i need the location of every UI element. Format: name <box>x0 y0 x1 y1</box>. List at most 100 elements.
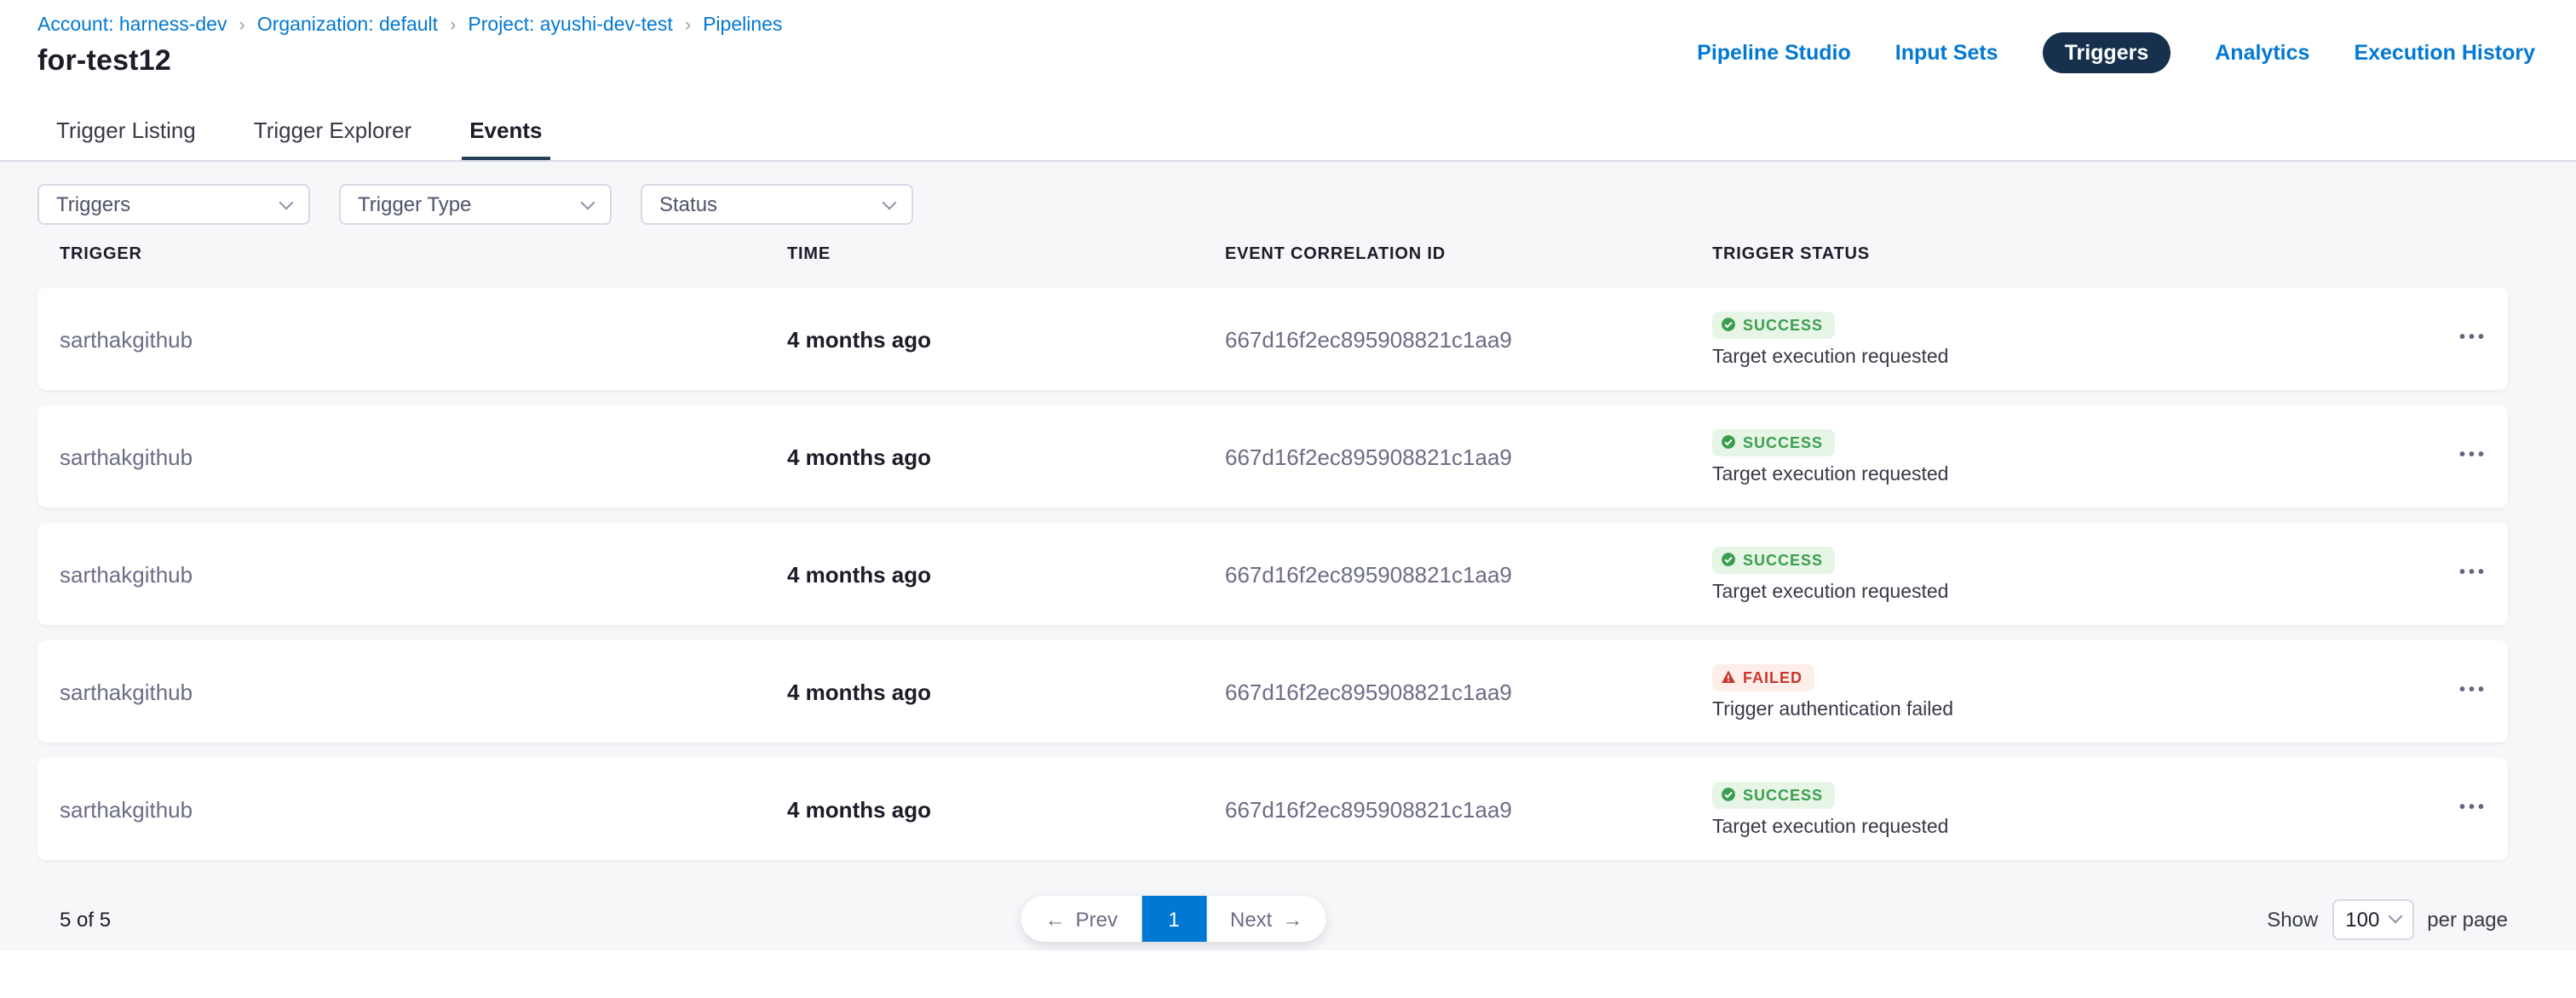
event-time: 4 months ago <box>787 679 1225 704</box>
pagination: ← Prev 1 Next → <box>1021 896 1327 942</box>
status-filter-label: Status <box>659 192 717 216</box>
row-menu-button[interactable]: ••• <box>2456 438 2491 475</box>
pagination-summary: 5 of 5 <box>37 907 111 931</box>
trigger-status-cell: SUCCESS Target execution requested <box>1712 781 2412 837</box>
chevron-down-icon <box>581 195 595 209</box>
show-label: Show <box>2267 907 2318 931</box>
trigger-name: sarthakgithub <box>60 561 787 587</box>
row-menu-button[interactable]: ••• <box>2456 790 2491 828</box>
arrow-left-icon: ← <box>1045 907 1066 931</box>
trigger-type-filter-dropdown[interactable]: Trigger Type <box>339 184 612 225</box>
check-circle-icon <box>1721 434 1736 450</box>
row-menu-button[interactable]: ••• <box>2456 555 2491 593</box>
page-1-button[interactable]: 1 <box>1141 896 1206 942</box>
breadcrumb-account-link[interactable]: Account: harness-dev <box>37 15 227 36</box>
column-header-time: TIME <box>787 245 1225 264</box>
status-label: SUCCESS <box>1743 551 1823 568</box>
header-left: Account: harness-dev › Organization: def… <box>37 15 782 78</box>
nav-triggers[interactable]: Triggers <box>2043 32 2171 73</box>
table-row: sarthakgithub 4 months ago 667d16f2ec895… <box>37 523 2508 625</box>
page-size-value: 100 <box>2345 907 2379 931</box>
chevron-down-icon <box>279 195 294 209</box>
column-header-trigger-status: TRIGGER STATUS <box>1712 245 2412 264</box>
page-header: Account: harness-dev › Organization: def… <box>0 0 2576 99</box>
next-page-button[interactable]: Next → <box>1206 896 1326 942</box>
status-detail: Target execution requested <box>1712 347 2412 367</box>
check-circle-icon <box>1721 787 1736 802</box>
tab-trigger-explorer[interactable]: Trigger Explorer <box>245 99 420 160</box>
table-row: sarthakgithub 4 months ago 667d16f2ec895… <box>37 405 2508 508</box>
triggers-filter-dropdown[interactable]: Triggers <box>37 184 310 225</box>
event-time: 4 months ago <box>787 444 1225 469</box>
breadcrumb-project-link[interactable]: Project: ayushi-dev-test <box>468 15 672 36</box>
event-correlation-id: 667d16f2ec895908821c1aa9 <box>1225 561 1712 587</box>
breadcrumb-organization-link[interactable]: Organization: default <box>257 15 438 36</box>
event-correlation-id: 667d16f2ec895908821c1aa9 <box>1225 796 1712 822</box>
status-label: SUCCESS <box>1743 786 1823 803</box>
breadcrumb: Account: harness-dev › Organization: def… <box>37 15 782 36</box>
breadcrumb-pipelines-link[interactable]: Pipelines <box>703 15 782 36</box>
column-header-event-correlation-id: EVENT CORRELATION ID <box>1225 245 1712 264</box>
status-badge: SUCCESS <box>1712 428 1835 456</box>
status-badge: FAILED <box>1712 663 1814 691</box>
table-row: sarthakgithub 4 months ago 667d16f2ec895… <box>37 288 2508 390</box>
status-label: SUCCESS <box>1743 433 1823 450</box>
status-detail: Target execution requested <box>1712 582 2412 602</box>
per-page-label: per page <box>2427 907 2508 931</box>
table-row: sarthakgithub 4 months ago 667d16f2ec895… <box>37 758 2508 860</box>
row-menu-button[interactable]: ••• <box>2456 320 2491 358</box>
status-filter-dropdown[interactable]: Status <box>641 184 913 225</box>
page-size-control: Show 100 per page <box>2267 898 2508 939</box>
tab-trigger-listing[interactable]: Trigger Listing <box>48 99 204 160</box>
top-nav: Pipeline Studio Input Sets Triggers Anal… <box>1697 32 2535 73</box>
events-content: Triggers Trigger Type Status TRIGGER TIM… <box>0 162 2576 950</box>
row-menu-button[interactable]: ••• <box>2456 673 2491 710</box>
arrow-right-icon: → <box>1282 907 1302 931</box>
trigger-name: sarthakgithub <box>60 796 787 822</box>
event-correlation-id: 667d16f2ec895908821c1aa9 <box>1225 326 1712 352</box>
prev-page-button[interactable]: ← Prev <box>1021 896 1141 942</box>
triggers-filter-label: Triggers <box>56 192 130 216</box>
status-detail: Target execution requested <box>1712 817 2412 837</box>
table-row: sarthakgithub 4 months ago 667d16f2ec895… <box>37 640 2508 743</box>
next-label: Next <box>1230 907 1272 931</box>
pagination-bar: 5 of 5 ← Prev 1 Next → Show 100 per page <box>37 896 2508 942</box>
nav-input-sets[interactable]: Input Sets <box>1895 41 1998 65</box>
nav-pipeline-studio[interactable]: Pipeline Studio <box>1697 41 1851 65</box>
chevron-down-icon <box>2388 909 2402 924</box>
warning-icon <box>1721 669 1736 685</box>
event-correlation-id: 667d16f2ec895908821c1aa9 <box>1225 444 1712 469</box>
check-circle-icon <box>1721 552 1736 567</box>
trigger-status-cell: SUCCESS Target execution requested <box>1712 428 2412 485</box>
status-detail: Target execution requested <box>1712 464 2412 485</box>
nav-execution-history[interactable]: Execution History <box>2354 41 2535 65</box>
nav-analytics[interactable]: Analytics <box>2215 41 2309 65</box>
tab-events[interactable]: Events <box>461 99 550 160</box>
event-time: 4 months ago <box>787 561 1225 587</box>
trigger-name: sarthakgithub <box>60 679 787 704</box>
trigger-status-cell: FAILED Trigger authentication failed <box>1712 663 2412 720</box>
breadcrumb-separator-icon: › <box>450 16 456 35</box>
status-detail: Trigger authentication failed <box>1712 699 2412 720</box>
prev-label: Prev <box>1076 907 1118 931</box>
trigger-status-cell: SUCCESS Target execution requested <box>1712 546 2412 602</box>
trigger-status-cell: SUCCESS Target execution requested <box>1712 311 2412 367</box>
status-label: SUCCESS <box>1743 316 1823 333</box>
breadcrumb-separator-icon: › <box>685 16 691 35</box>
table-header-row: TRIGGER TIME EVENT CORRELATION ID TRIGGE… <box>37 245 2508 264</box>
trigger-name: sarthakgithub <box>60 444 787 469</box>
page-size-select[interactable]: 100 <box>2332 898 2413 939</box>
event-correlation-id: 667d16f2ec895908821c1aa9 <box>1225 679 1712 704</box>
page-title: for-test12 <box>37 44 782 78</box>
status-badge: SUCCESS <box>1712 311 1835 338</box>
bottom-strip <box>0 950 2576 998</box>
trigger-type-filter-label: Trigger Type <box>358 192 471 216</box>
filter-bar: Triggers Trigger Type Status <box>37 184 2508 225</box>
tab-bar: Trigger Listing Trigger Explorer Events <box>0 99 2576 162</box>
status-badge: SUCCESS <box>1712 781 1835 808</box>
app-viewport: Account: harness-dev › Organization: def… <box>0 0 2576 998</box>
events-table: sarthakgithub 4 months ago 667d16f2ec895… <box>37 288 2508 860</box>
event-time: 4 months ago <box>787 326 1225 352</box>
trigger-name: sarthakgithub <box>60 326 787 352</box>
breadcrumb-separator-icon: › <box>239 16 244 35</box>
